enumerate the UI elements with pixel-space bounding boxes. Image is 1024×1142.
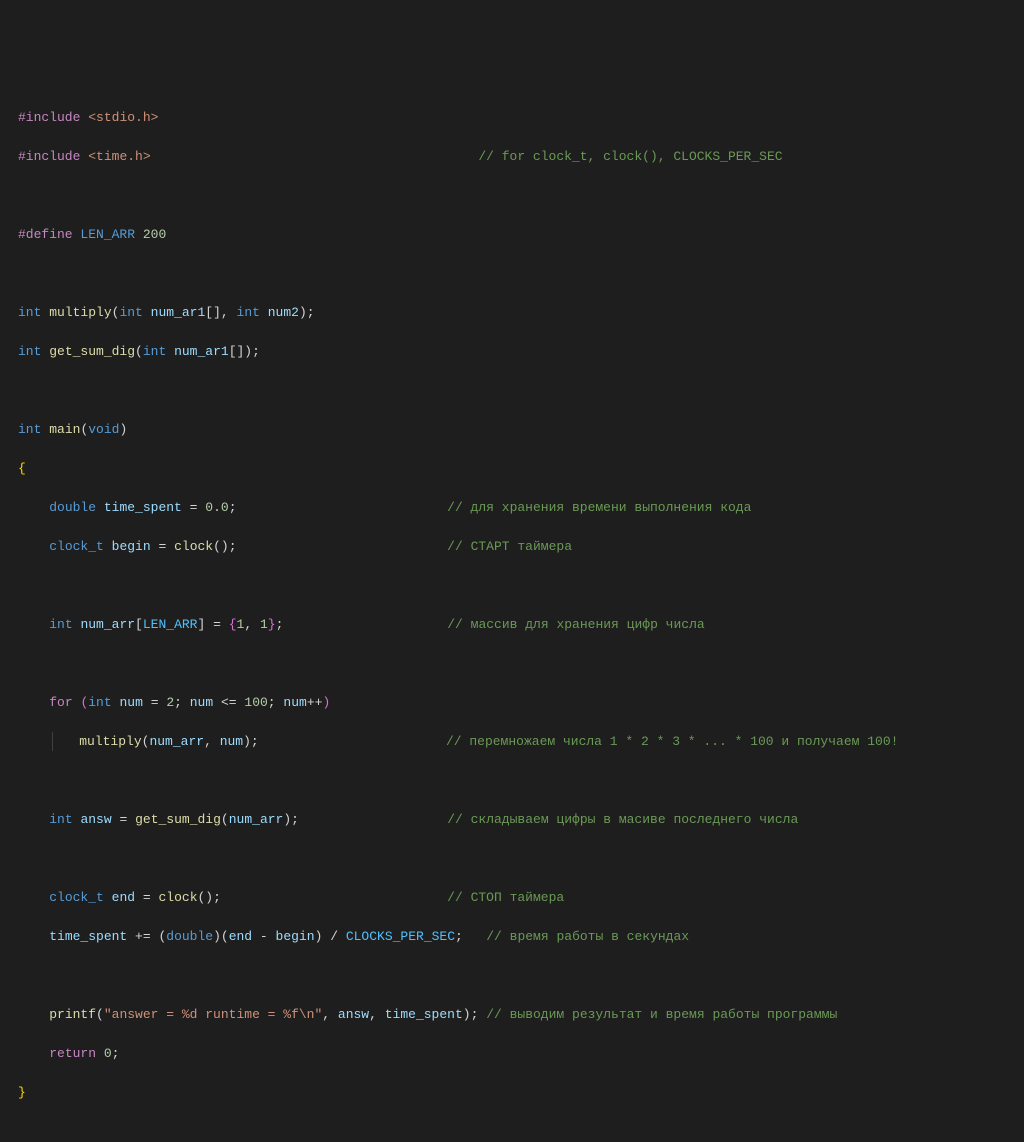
code-line (18, 381, 1006, 401)
code-line (18, 264, 1006, 284)
code-line: int answ = get_sum_dig(num_arr); // скла… (18, 810, 1006, 830)
code-line (18, 186, 1006, 206)
code-line: double time_spent = 0.0; // для хранения… (18, 498, 1006, 518)
code-line: } (18, 1083, 1006, 1103)
code-line: clock_t end = clock(); // СТОП таймера (18, 888, 1006, 908)
code-line: #include <stdio.h> (18, 108, 1006, 128)
code-line: int multiply(int num_ar1[], int num2); (18, 303, 1006, 323)
code-line: #include <time.h> // for clock_t, clock(… (18, 147, 1006, 167)
code-editor[interactable]: #include <stdio.h> #include <time.h> // … (18, 88, 1006, 1122)
code-line: time_spent += (double)(end - begin) / CL… (18, 927, 1006, 947)
code-line (18, 576, 1006, 596)
code-line (18, 771, 1006, 791)
code-line: return 0; (18, 1044, 1006, 1064)
code-line: multiply(num_arr, num); // перемножаем ч… (18, 732, 1006, 752)
code-line: printf("answer = %d runtime = %f\n", ans… (18, 1005, 1006, 1025)
code-line: clock_t begin = clock(); // СТАРТ таймер… (18, 537, 1006, 557)
code-line: int get_sum_dig(int num_ar1[]); (18, 342, 1006, 362)
code-line: #define LEN_ARR 200 (18, 225, 1006, 245)
code-line (18, 654, 1006, 674)
code-line: { (18, 459, 1006, 479)
code-line (18, 849, 1006, 869)
code-line: for (int num = 2; num <= 100; num++) (18, 693, 1006, 713)
code-line: int num_arr[LEN_ARR] = {1, 1}; // массив… (18, 615, 1006, 635)
code-line (18, 966, 1006, 986)
code-line: int main(void) (18, 420, 1006, 440)
